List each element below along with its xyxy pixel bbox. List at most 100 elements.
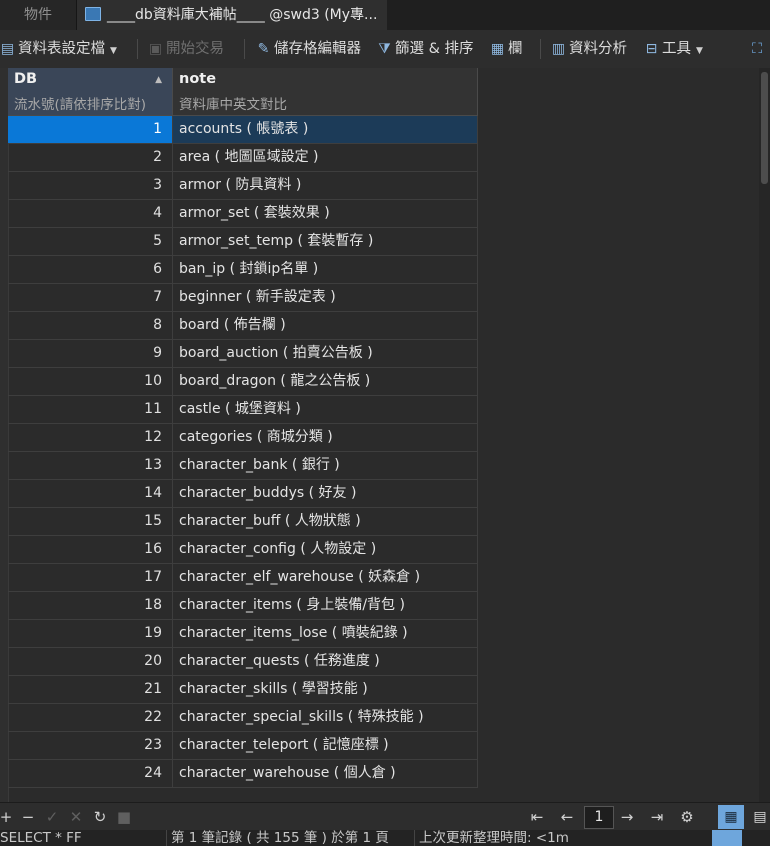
cell-note[interactable]: character_skills ( 學習技能 ) (173, 676, 478, 703)
table-row[interactable]: 3 armor ( 防具資料 ) (8, 172, 478, 200)
table-row[interactable]: 9 board_auction ( 拍賣公告板 ) (8, 340, 478, 368)
tools-button[interactable]: ⊟ 工具 ▼ (644, 30, 703, 68)
cell-note[interactable]: character_items_lose ( 噴裝紀錄 ) (173, 620, 478, 647)
fullscreen-icon[interactable]: ⛶ (752, 30, 762, 68)
table-row[interactable]: 15 character_buff ( 人物狀態 ) (8, 508, 478, 536)
cell-note[interactable]: categories ( 商城分類 ) (173, 424, 478, 451)
delete-record-icon[interactable]: − (18, 803, 38, 831)
cell-db[interactable]: 10 (8, 368, 173, 395)
add-record-icon[interactable]: + (0, 803, 16, 831)
table-row[interactable]: 16 character_config ( 人物設定 ) (8, 536, 478, 564)
cell-db[interactable]: 9 (8, 340, 173, 367)
cell-note[interactable]: board_auction ( 拍賣公告板 ) (173, 340, 478, 367)
table-row[interactable]: 5 armor_set_temp ( 套裝暫存 ) (8, 228, 478, 256)
cell-note[interactable]: character_buddys ( 好友 ) (173, 480, 478, 507)
cell-db[interactable]: 23 (8, 732, 173, 759)
table-row[interactable]: 8 board ( 佈告欄 ) (8, 312, 478, 340)
status-view-toggle[interactable] (712, 830, 742, 846)
table-row[interactable]: 10 board_dragon ( 龍之公告板 ) (8, 368, 478, 396)
table-row[interactable]: 7 beginner ( 新手設定表 ) (8, 284, 478, 312)
table-row[interactable]: 17 character_elf_warehouse ( 妖森倉 ) (8, 564, 478, 592)
table-row[interactable]: 24 character_warehouse ( 個人倉 ) (8, 760, 478, 788)
table-row[interactable]: 6 ban_ip ( 封鎖ip名單 ) (8, 256, 478, 284)
filter-sort-button[interactable]: ⧩ 篩選 & 排序 (377, 30, 473, 68)
table-row[interactable]: 13 character_bank ( 銀行 ) (8, 452, 478, 480)
table-row[interactable]: 4 armor_set ( 套裝效果 ) (8, 200, 478, 228)
cell-note[interactable]: accounts ( 帳號表 ) (173, 116, 478, 143)
cell-db[interactable]: 5 (8, 228, 173, 255)
cell-db[interactable]: 14 (8, 480, 173, 507)
cell-db[interactable]: 22 (8, 704, 173, 731)
cell-note[interactable]: character_special_skills ( 特殊技能 ) (173, 704, 478, 731)
cell-note[interactable]: character_items ( 身上裝備/背包 ) (173, 592, 478, 619)
cell-editor-button[interactable]: ✎ 儲存格編輯器 (256, 30, 361, 68)
cell-note[interactable]: character_config ( 人物設定 ) (173, 536, 478, 563)
cell-note[interactable]: character_teleport ( 記憶座標 ) (173, 732, 478, 759)
table-row[interactable]: 23 character_teleport ( 記憶座標 ) (8, 732, 478, 760)
cell-note[interactable]: board ( 佈告欄 ) (173, 312, 478, 339)
last-page-icon[interactable]: ⇥ (647, 803, 667, 831)
tab-objects[interactable]: 物件 (0, 0, 77, 30)
cell-db[interactable]: 15 (8, 508, 173, 535)
settings-gear-icon[interactable]: ⚙ (677, 803, 697, 831)
vertical-scrollbar[interactable] (759, 68, 770, 802)
columns-button[interactable]: ▦ 欄 (490, 30, 523, 68)
cell-db[interactable]: 12 (8, 424, 173, 451)
data-analysis-button[interactable]: ▥ 資料分析 (551, 30, 627, 68)
column-header-note[interactable]: note 資料庫中英文對比 (173, 68, 478, 116)
cell-note[interactable]: beginner ( 新手設定表 ) (173, 284, 478, 311)
cell-note[interactable]: area ( 地圖區域設定 ) (173, 144, 478, 171)
grid-view-icon[interactable]: ▦ (718, 805, 744, 829)
cell-db[interactable]: 19 (8, 620, 173, 647)
cell-db[interactable]: 11 (8, 396, 173, 423)
cell-db[interactable]: 16 (8, 536, 173, 563)
discard-changes-icon[interactable]: ✕ (66, 803, 86, 831)
cell-note[interactable]: board_dragon ( 龍之公告板 ) (173, 368, 478, 395)
table-config-button[interactable]: ▤ 資料表設定檔 ▼ (0, 30, 117, 68)
tab-table[interactable]: ____db資料庫大補帖____ @swd3 (My專... (77, 0, 387, 30)
previous-page-icon[interactable]: ← (557, 803, 577, 831)
cell-note[interactable]: character_quests ( 任務進度 ) (173, 648, 478, 675)
cell-note[interactable]: castle ( 城堡資料 ) (173, 396, 478, 423)
cell-note[interactable]: character_warehouse ( 個人倉 ) (173, 760, 478, 787)
cell-db[interactable]: 18 (8, 592, 173, 619)
table-row[interactable]: 11 castle ( 城堡資料 ) (8, 396, 478, 424)
cell-db[interactable]: 8 (8, 312, 173, 339)
cell-db[interactable]: 17 (8, 564, 173, 591)
cell-note[interactable]: character_elf_warehouse ( 妖森倉 ) (173, 564, 478, 591)
table-row[interactable]: 18 character_items ( 身上裝備/背包 ) (8, 592, 478, 620)
first-page-icon[interactable]: ⇤ (527, 803, 547, 831)
cell-note[interactable]: character_buff ( 人物狀態 ) (173, 508, 478, 535)
table-row[interactable]: 12 categories ( 商城分類 ) (8, 424, 478, 452)
table-row[interactable]: 20 character_quests ( 任務進度 ) (8, 648, 478, 676)
cell-note[interactable]: armor_set ( 套裝效果 ) (173, 200, 478, 227)
table-row[interactable]: 19 character_items_lose ( 噴裝紀錄 ) (8, 620, 478, 648)
cell-db[interactable]: 2 (8, 144, 173, 171)
table-row[interactable]: 22 character_special_skills ( 特殊技能 ) (8, 704, 478, 732)
column-header-db[interactable]: DB ▲ 流水號(請依排序比對) (8, 68, 173, 116)
page-number-input[interactable]: 1 (584, 806, 614, 829)
stop-icon[interactable]: ■ (114, 803, 134, 831)
apply-changes-icon[interactable]: ✓ (42, 803, 62, 831)
table-row[interactable]: 21 character_skills ( 學習技能 ) (8, 676, 478, 704)
cell-note[interactable]: ban_ip ( 封鎖ip名單 ) (173, 256, 478, 283)
cell-db[interactable]: 4 (8, 200, 173, 227)
cell-db[interactable]: 21 (8, 676, 173, 703)
table-row[interactable]: 1 accounts ( 帳號表 ) (8, 116, 478, 144)
begin-transaction-button[interactable]: ▣ 開始交易 (148, 30, 224, 68)
cell-db[interactable]: 7 (8, 284, 173, 311)
scrollbar-thumb[interactable] (761, 72, 768, 184)
next-page-icon[interactable]: → (617, 803, 637, 831)
refresh-icon[interactable]: ↻ (90, 803, 110, 831)
cell-db[interactable]: 6 (8, 256, 173, 283)
cell-db[interactable]: 20 (8, 648, 173, 675)
cell-note[interactable]: character_bank ( 銀行 ) (173, 452, 478, 479)
cell-db[interactable]: 1 (8, 116, 173, 143)
cell-db[interactable]: 3 (8, 172, 173, 199)
form-view-icon[interactable]: ▤ (747, 805, 770, 829)
cell-note[interactable]: armor ( 防具資料 ) (173, 172, 478, 199)
table-row[interactable]: 2 area ( 地圖區域設定 ) (8, 144, 478, 172)
cell-note[interactable]: armor_set_temp ( 套裝暫存 ) (173, 228, 478, 255)
table-row[interactable]: 14 character_buddys ( 好友 ) (8, 480, 478, 508)
cell-db[interactable]: 24 (8, 760, 173, 787)
